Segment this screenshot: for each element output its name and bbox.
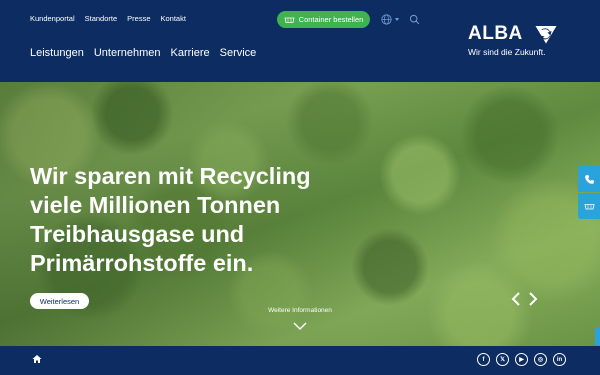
top-link-standorte[interactable]: Standorte xyxy=(85,14,118,24)
top-link-presse[interactable]: Presse xyxy=(127,14,150,24)
language-selector[interactable] xyxy=(381,14,399,25)
main-nav: Leistungen Unternehmen Karriere Service xyxy=(30,47,256,59)
site-header: Kundenportal Standorte Presse Kontakt Co… xyxy=(0,0,600,82)
youtube-icon[interactable]: ▶ xyxy=(515,353,528,366)
container-order-side-button[interactable] xyxy=(578,193,600,219)
nav-service[interactable]: Service xyxy=(220,47,257,59)
logo-wordmark: ALBA xyxy=(468,23,523,44)
top-nav: Kundenportal Standorte Presse Kontakt xyxy=(30,14,186,24)
more-info-link[interactable]: Weitere Informationen xyxy=(250,307,350,314)
phone-icon xyxy=(584,174,594,184)
alba-logo[interactable]: ALBA Wir sind die Zukunft. xyxy=(468,24,560,60)
top-link-kontakt[interactable]: Kontakt xyxy=(161,14,186,24)
facebook-icon[interactable]: f xyxy=(477,353,490,366)
instagram-icon[interactable]: ◎ xyxy=(534,353,547,366)
container-icon xyxy=(584,203,594,209)
contact-phone-button[interactable] xyxy=(578,166,600,192)
nav-leistungen[interactable]: Leistungen xyxy=(30,47,84,59)
chevron-down-icon xyxy=(395,18,399,21)
globe-icon xyxy=(381,14,392,25)
side-tab[interactable] xyxy=(595,327,600,345)
order-container-button[interactable]: Container bestellen xyxy=(277,11,370,28)
slider-next-icon[interactable] xyxy=(528,292,538,306)
social-links: f 𝕏 ▶ ◎ in xyxy=(477,353,566,366)
nav-karriere[interactable]: Karriere xyxy=(170,47,209,59)
x-icon[interactable]: 𝕏 xyxy=(496,353,509,366)
container-icon xyxy=(284,17,295,23)
linkedin-icon[interactable]: in xyxy=(553,353,566,366)
home-icon[interactable] xyxy=(32,354,42,364)
order-container-label: Container bestellen xyxy=(298,15,364,24)
scroll-down-chevron-icon[interactable] xyxy=(293,322,307,331)
hero-headline: Wir sparen mit Recycling viele Millionen… xyxy=(30,163,311,276)
hero-banner: Wir sparen mit Recycling viele Millionen… xyxy=(0,82,600,346)
top-link-kundenportal[interactable]: Kundenportal xyxy=(30,14,75,24)
breadcrumb-bar: f 𝕏 ▶ ◎ in xyxy=(0,346,600,375)
slider-prev-icon[interactable] xyxy=(511,292,521,306)
read-more-button[interactable]: Weiterlesen xyxy=(30,293,89,309)
logo-mark-icon xyxy=(535,26,557,44)
logo-tagline: Wir sind die Zukunft. xyxy=(468,47,546,57)
nav-unternehmen[interactable]: Unternehmen xyxy=(94,47,161,59)
search-icon[interactable] xyxy=(409,14,420,25)
